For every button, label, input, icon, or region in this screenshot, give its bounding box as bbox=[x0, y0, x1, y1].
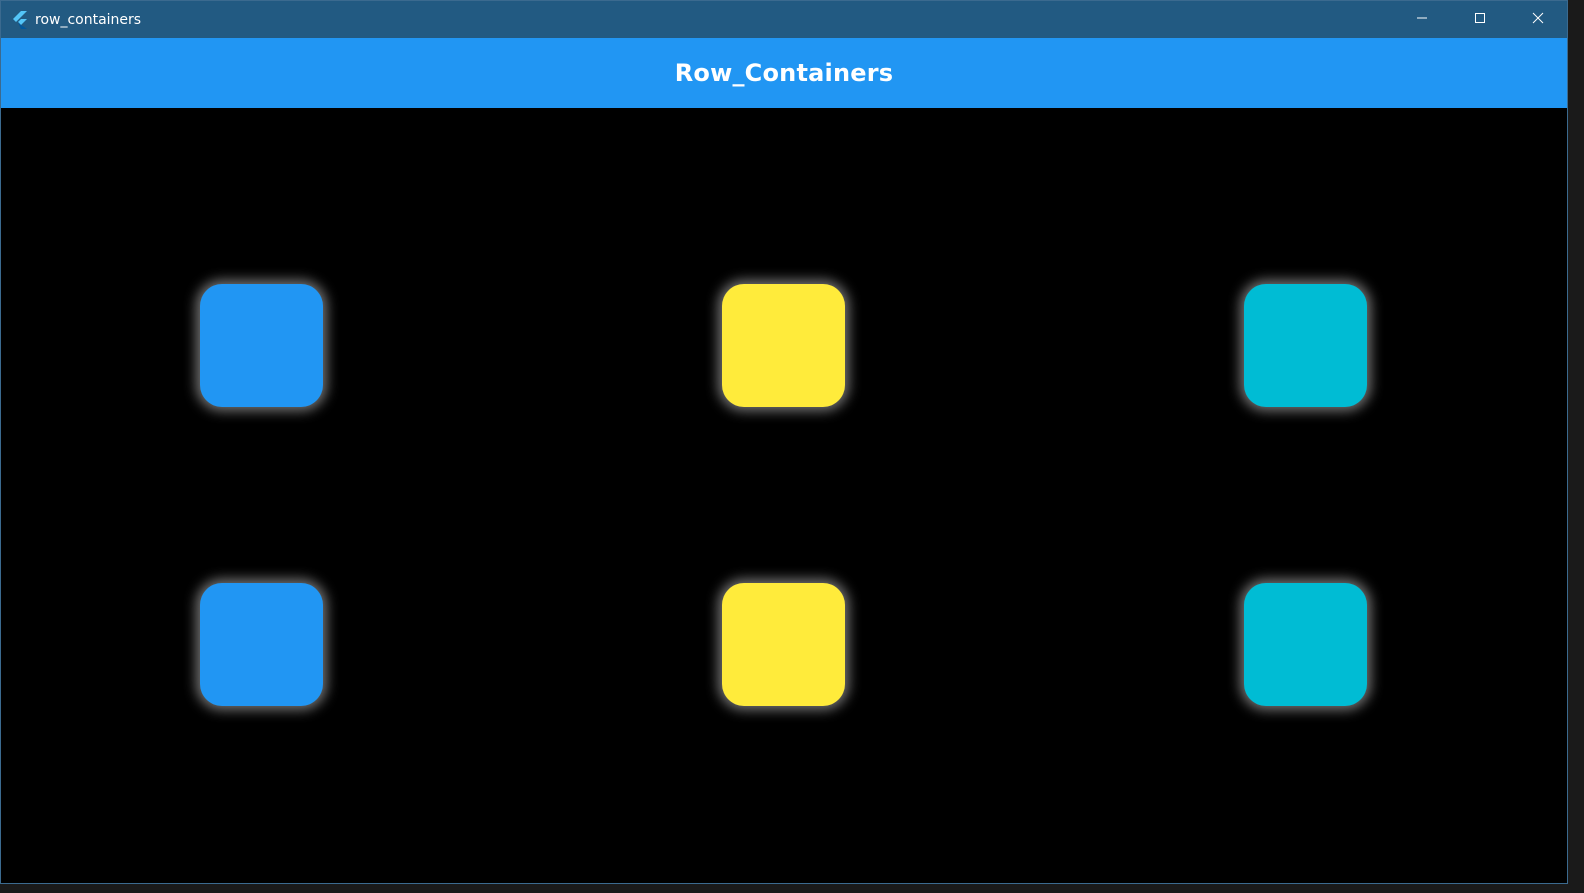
row1-blue-box bbox=[200, 284, 323, 407]
minimize-icon bbox=[1416, 11, 1428, 29]
appbar-title: Row_Containers bbox=[674, 59, 894, 87]
row1-yellow-box bbox=[722, 284, 845, 407]
content-area bbox=[1, 108, 1567, 883]
row1-cyan-box bbox=[1244, 284, 1367, 407]
window-title: row_containers bbox=[35, 11, 142, 28]
row2-cyan-box bbox=[1244, 583, 1367, 706]
window-titlebar[interactable]: row_containers bbox=[1, 1, 1567, 38]
window-controls bbox=[1393, 1, 1567, 38]
flutter-icon bbox=[11, 10, 29, 29]
row2-blue-box bbox=[200, 583, 323, 706]
minimize-button[interactable] bbox=[1393, 1, 1451, 38]
maximize-icon bbox=[1474, 11, 1486, 29]
maximize-button[interactable] bbox=[1451, 1, 1509, 38]
row2-yellow-box bbox=[722, 583, 845, 706]
app-bar: Row_Containers bbox=[1, 38, 1567, 108]
app-window: row_containers Row_Containers bbox=[1, 1, 1567, 883]
close-button[interactable] bbox=[1509, 1, 1567, 38]
close-icon bbox=[1532, 11, 1544, 29]
